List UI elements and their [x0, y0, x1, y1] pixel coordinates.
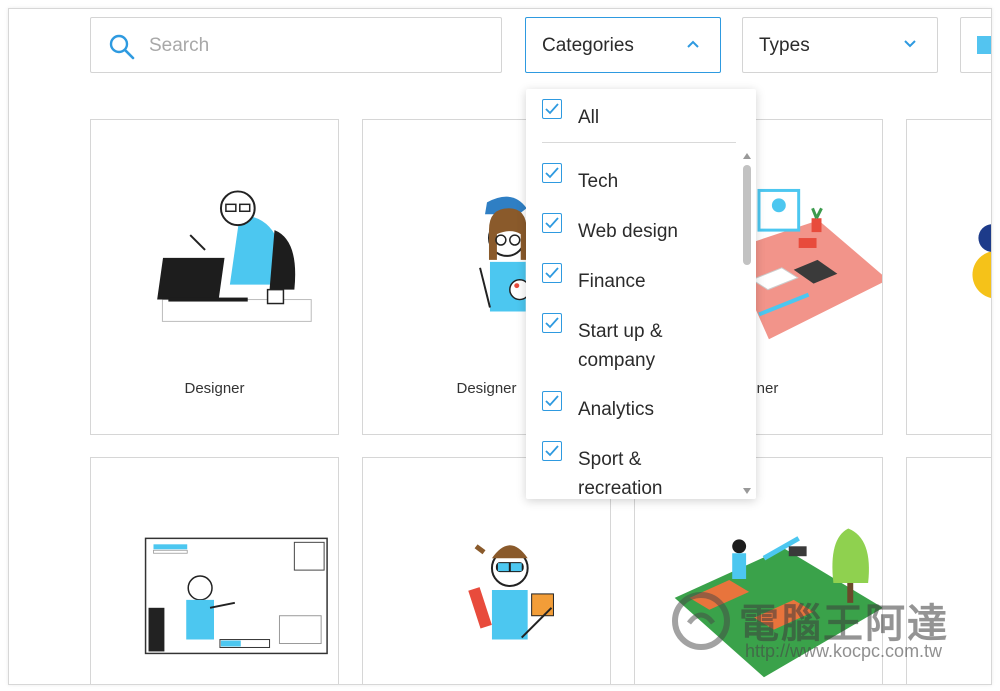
watermark-url: http://www.kocpc.com.tw: [745, 641, 943, 661]
card-title: Designer: [184, 380, 245, 397]
illustration-card[interactable]: [90, 457, 339, 684]
categories-label: Categories: [542, 35, 634, 56]
categories-menu: All Tech Web design Finance Start up & c…: [526, 89, 756, 499]
partial-illustration: [972, 224, 991, 298]
category-option-label: Tech: [578, 171, 619, 192]
category-option[interactable]: Finance: [542, 263, 732, 293]
watermark: 電腦王阿達 http://www.kocpc.com.tw: [669, 589, 989, 679]
category-option[interactable]: Sport & recreation: [542, 441, 732, 499]
illustration-card[interactable]: [906, 119, 991, 435]
search-box[interactable]: [90, 17, 502, 73]
category-option[interactable]: Web design: [542, 213, 732, 243]
illustration-card[interactable]: Designer: [90, 119, 339, 435]
checkbox-checked[interactable]: [542, 313, 562, 333]
checkbox-checked[interactable]: [542, 163, 562, 183]
scrollbar-thumb[interactable]: [743, 165, 751, 265]
checkmark-icon: [545, 445, 559, 457]
checkbox-checked[interactable]: [542, 99, 562, 119]
category-option-label: Sport & recreation: [578, 449, 663, 499]
category-option-label: All: [578, 107, 600, 128]
scroll-up-arrow-icon[interactable]: [743, 153, 751, 159]
category-option-label: Analytics: [578, 399, 655, 420]
category-option-label: Start up & company: [578, 321, 663, 371]
app-frame: Categories Types Designer: [8, 8, 992, 685]
designer-illustration: [157, 190, 312, 322]
checkmark-icon: [545, 317, 559, 329]
checkmark-icon: [545, 267, 559, 279]
menu-scrollbar[interactable]: [742, 151, 752, 496]
types-dropdown[interactable]: Types: [742, 17, 938, 73]
scroll-down-arrow-icon[interactable]: [743, 488, 751, 494]
checkmark-icon: [545, 395, 559, 407]
checkbox-checked[interactable]: [542, 441, 562, 461]
category-option-label: Finance: [578, 271, 646, 292]
category-option-label: Web design: [578, 221, 678, 242]
chevron-down-icon: [904, 40, 916, 48]
category-option-all[interactable]: All: [542, 99, 732, 129]
more-filter-dropdown[interactable]: [960, 17, 991, 73]
menu-divider: [542, 142, 736, 143]
types-label: Types: [759, 35, 810, 56]
checkmark-icon: [545, 167, 559, 179]
category-option[interactable]: Start up & company: [542, 313, 732, 373]
watermark-logo-icon: [672, 592, 730, 650]
category-option[interactable]: Tech: [542, 163, 732, 193]
checkbox-checked[interactable]: [542, 263, 562, 283]
chevron-up-icon: [687, 40, 699, 48]
checkmark-icon: [545, 217, 559, 229]
categories-dropdown[interactable]: Categories: [525, 17, 721, 73]
search-input[interactable]: [147, 32, 481, 60]
color-swatch-icon: [977, 36, 991, 54]
category-option[interactable]: Analytics: [542, 391, 732, 421]
checkmark-icon: [545, 103, 559, 115]
search-icon: [109, 34, 135, 60]
gamer-illustration: [144, 537, 328, 655]
checkbox-checked[interactable]: [542, 213, 562, 233]
checkbox-checked[interactable]: [542, 391, 562, 411]
